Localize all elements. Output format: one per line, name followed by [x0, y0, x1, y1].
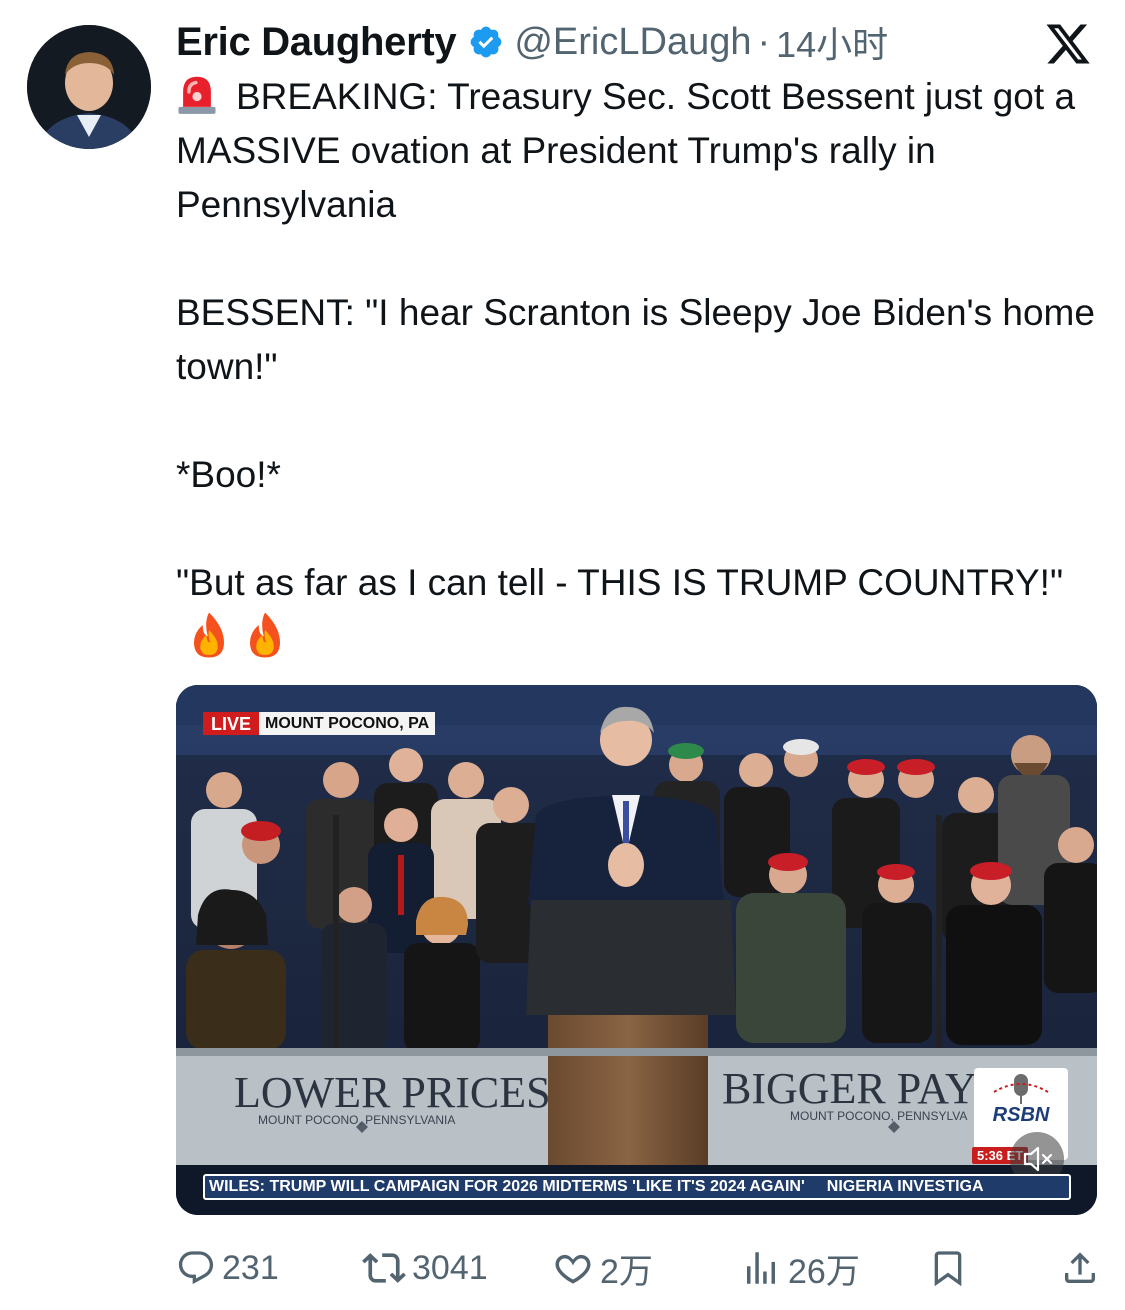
bookmark-button[interactable] [928, 1242, 974, 1294]
x-logo-icon [1046, 24, 1090, 64]
tweet-paragraph-2: BESSENT: "I hear Scranton is Sleepy Joe … [176, 292, 1095, 387]
tweet-text: BREAKING: Treasury Sec. Scott Bessent ju… [176, 70, 1111, 665]
action-bar: 231 3041 2万 26万 [176, 1242, 1111, 1294]
reply-icon [178, 1251, 214, 1285]
repost-icon [362, 1253, 406, 1283]
share-icon [1065, 1252, 1095, 1283]
ticker-item: NIGERIA INVESTIGA [826, 1178, 984, 1195]
banner-right-subtext: MOUNT POCONO, PENNSYLVA [790, 1109, 968, 1123]
tweet-video[interactable]: LOWER PRICES MOUNT POCONO, PENNSYLVANIA … [176, 685, 1097, 1215]
repost-count: 3041 [412, 1248, 488, 1287]
live-indicator: LIVE MOUNT POCONO, PA [203, 712, 436, 735]
repost-button[interactable]: 3041 [362, 1242, 488, 1294]
avatar-image [27, 25, 151, 149]
location-label: MOUNT POCONO, PA [259, 712, 436, 735]
live-label: LIVE [203, 712, 260, 735]
author-name[interactable]: Eric Daugherty [176, 20, 457, 65]
like-button[interactable]: 2万 [552, 1242, 653, 1294]
separator-dot: · [757, 20, 771, 63]
banner-left-text: LOWER PRICES [234, 1068, 551, 1117]
views-icon [747, 1252, 775, 1284]
author-handle[interactable]: @EricLDaugh [514, 21, 751, 64]
verified-badge-icon [470, 26, 502, 58]
tweet-paragraph-4: "But as far as I can tell - THIS IS TRUM… [176, 556, 1111, 665]
like-count: 2万 [600, 1252, 653, 1291]
siren-emoji [178, 76, 216, 114]
fire-emoji [194, 612, 224, 658]
reply-count: 231 [222, 1248, 279, 1287]
tweet-paragraph-1: BREAKING: Treasury Sec. Scott Bessent ju… [176, 70, 1111, 232]
news-ticker: WILES: TRUMP WILL CAMPAIGN FOR 2026 MIDT… [203, 1174, 1071, 1200]
microphone-icon [993, 1074, 1049, 1104]
views-count: 26万 [788, 1252, 860, 1291]
avatar[interactable] [27, 25, 151, 149]
video-frame [176, 685, 1097, 1215]
fire-emoji [250, 612, 280, 658]
tweet-header: Eric Daugherty @EricLDaugh · 14小时 [176, 16, 888, 68]
ticker-item: WILES: TRUMP WILL CAMPAIGN FOR 2026 MIDT… [209, 1178, 805, 1195]
banner-left-subtext: MOUNT POCONO, PENNSYLVANIA [258, 1113, 456, 1127]
timestamp[interactable]: 14小时 [776, 16, 888, 68]
views-button[interactable]: 26万 [740, 1242, 860, 1294]
bookmark-icon [934, 1251, 962, 1287]
like-icon [555, 1254, 591, 1284]
network-logo-text: RSBN [992, 1104, 1050, 1126]
tweet-paragraph-3: *Boo!* [176, 454, 281, 495]
reply-button[interactable]: 231 [176, 1242, 279, 1294]
share-button[interactable] [1060, 1242, 1106, 1294]
